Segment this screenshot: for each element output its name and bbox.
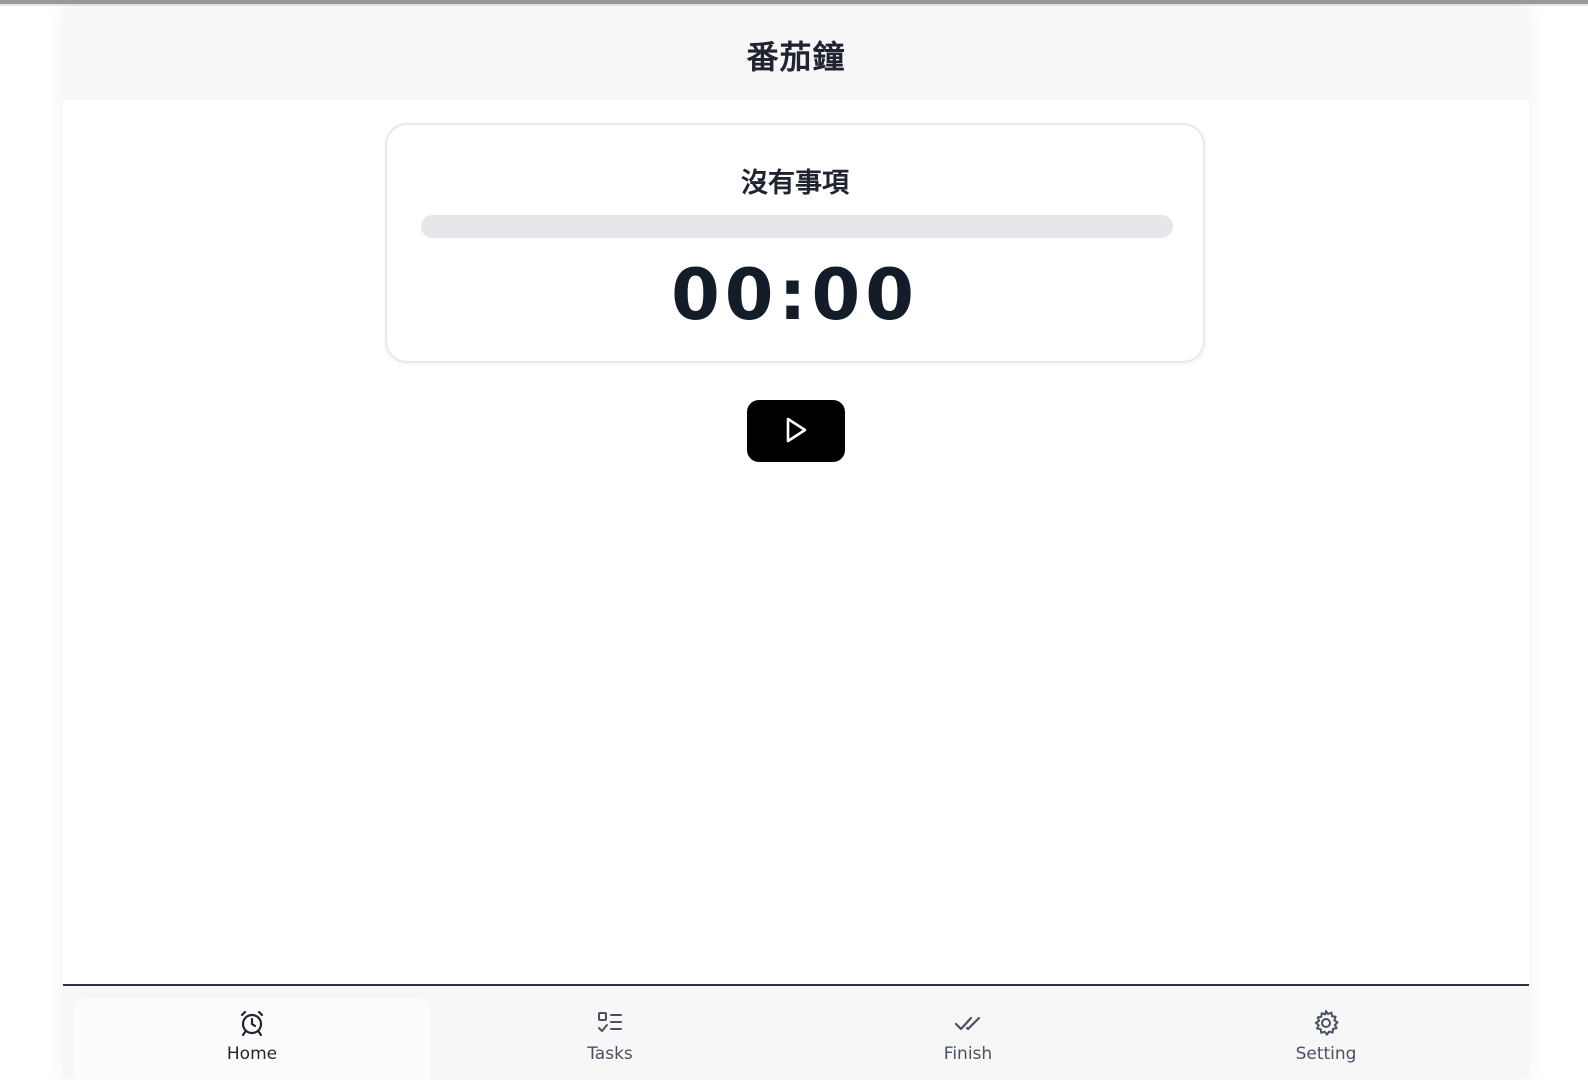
timer-progress-bar	[421, 215, 1173, 238]
nav-item-tasks[interactable]: Tasks	[433, 998, 787, 1080]
timer-card: 沒有事項 00:00	[385, 123, 1205, 363]
task-list-icon	[595, 1008, 625, 1038]
current-task-title: 沒有事項	[741, 168, 849, 199]
start-timer-button[interactable]	[747, 400, 845, 462]
nav-label-tasks: Tasks	[587, 1044, 633, 1064]
nav-item-home[interactable]: Home	[75, 998, 429, 1080]
gear-icon	[1311, 1008, 1341, 1038]
nav-label-setting: Setting	[1295, 1044, 1357, 1064]
window-top-border-shadow	[0, 4, 1588, 6]
alarm-clock-icon	[237, 1008, 267, 1038]
nav-item-finish[interactable]: Finish	[791, 998, 1145, 1080]
nav-label-home: Home	[226, 1044, 278, 1064]
timer-display: 00:00	[671, 254, 919, 336]
app-header: 番茄鐘	[63, 9, 1529, 100]
double-check-icon	[953, 1008, 983, 1038]
app-frame: 番茄鐘 沒有事項 00:00 Home Tasks Finish Setting	[63, 9, 1529, 1080]
bottom-navigation: Home Tasks Finish Setting	[63, 984, 1529, 1080]
nav-item-setting[interactable]: Setting	[1149, 998, 1503, 1080]
nav-label-finish: Finish	[943, 1044, 993, 1064]
play-icon	[783, 416, 809, 447]
page-title: 番茄鐘	[746, 37, 846, 76]
